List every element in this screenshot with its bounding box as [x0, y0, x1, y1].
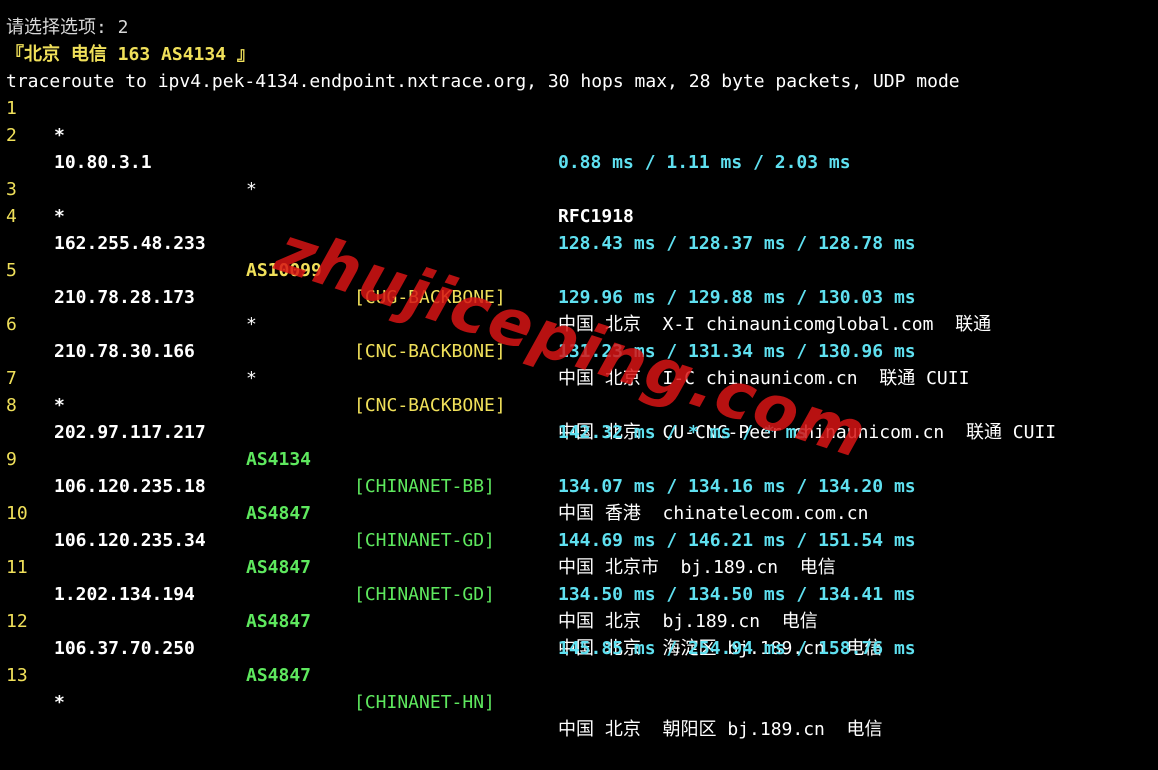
hop-rtt-row: 0.88 ms / 1.11 ms / 2.03 ms	[6, 122, 1156, 173]
hop-rtt-row: 129.96 ms / 129.88 ms / 130.03 ms	[6, 257, 1156, 308]
terminal-title-line: 『北京 电信 163 AS4134 』	[6, 14, 1156, 65]
hop-row: 5 210.78.28.173 * [CNC-BACKBONE] 中国 北京 I…	[6, 230, 1156, 389]
hop-rtt-row: 128.43 ms / 128.37 ms / 128.78 ms	[6, 203, 1156, 254]
hop-row: 12 106.37.70.250 AS4847 [CHINANET-HN] 中国…	[6, 581, 1156, 740]
hop-number: 13	[6, 665, 28, 686]
hop-row: 4 162.255.48.233 AS10099 [CUG-BACKBONE] …	[6, 176, 1156, 335]
hop-rtt-row: 145.85 ms / 254.94 ms / 158.76 ms	[6, 608, 1156, 659]
hop-rtt-row: 134.07 ms / 134.16 ms / 134.20 ms	[6, 446, 1156, 497]
hop-row: 3 *	[6, 149, 1156, 227]
hop-row: 1 *	[6, 68, 1156, 146]
hop-rtt-row: 142.32 ms / * ms / * ms	[6, 392, 1156, 443]
terminal-prev-line: 请选择选项: 2	[6, 0, 1156, 38]
hop-asn: AS4847	[246, 665, 312, 686]
hop-rtt-row: 144.69 ms / 146.21 ms / 151.54 ms	[6, 500, 1156, 551]
terminal-command-line: traceroute to ipv4.pek-4134.endpoint.nxt…	[6, 41, 1156, 92]
hop-ip: *	[54, 692, 65, 713]
hop-row: 11 1.202.134.194 AS4847 中国 北京 海淀区 bj.189…	[6, 527, 1156, 659]
hop-row: 2 10.80.3.1 * RFC1918	[6, 95, 1156, 227]
hop-geo: 中国 北京 朝阳区 bj.189.cn 电信	[558, 719, 883, 740]
hop-row: 7 *	[6, 338, 1156, 416]
hop-rtt-row: 134.50 ms / 134.50 ms / 134.41 ms	[6, 554, 1156, 605]
terminal-window[interactable]: 请选择选项: 2 『北京 电信 163 AS4134 』 traceroute …	[6, 0, 1156, 740]
hop-row: 8 202.97.117.217 AS4134 [CHINANET-BB] 中国…	[6, 365, 1156, 524]
hop-row: 10 106.120.235.34 AS4847 [CHINANET-GD] 中…	[6, 473, 1156, 632]
hop-rtt-row: 131.23 ms / 131.34 ms / 130.96 ms	[6, 311, 1156, 362]
hop-row: 6 210.78.30.166 * [CNC-BACKBONE] 中国 北京 C…	[6, 284, 1156, 443]
hop-backbone-tag: [CHINANET-HN]	[354, 692, 495, 713]
hop-row: 9 106.120.235.18 AS4847 [CHINANET-GD] 中国…	[6, 419, 1156, 578]
